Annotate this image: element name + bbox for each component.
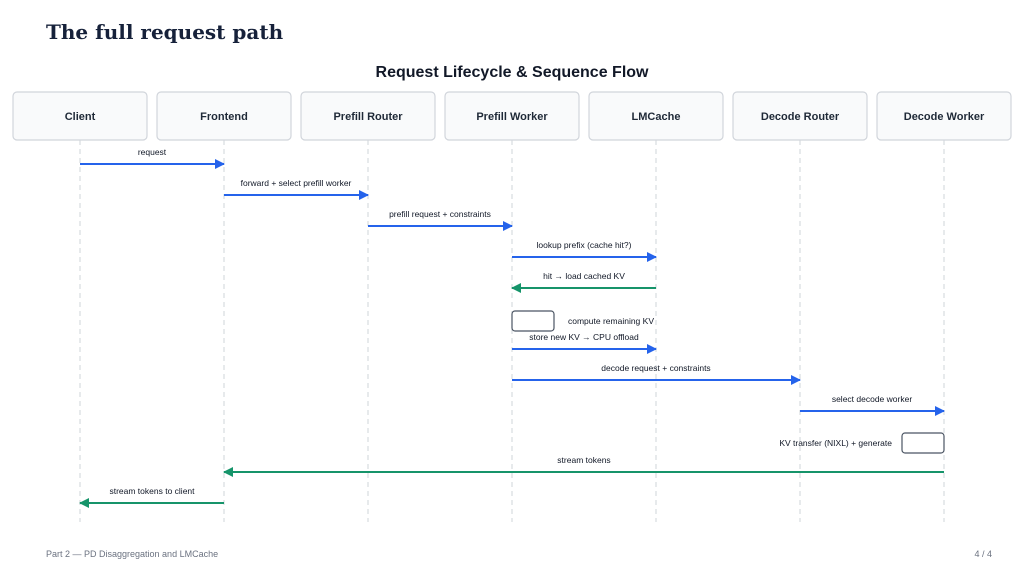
sequence-diagram: Client Frontend Prefill Router Prefill Work… <box>12 91 1012 522</box>
message-label-3: prefill request + constraints <box>389 209 491 219</box>
message-label-7: store new KV → CPU offload <box>529 332 639 342</box>
participant-label-decode-worker: Decode Worker <box>904 111 985 123</box>
message-label-8: decode request + constraints <box>601 363 710 373</box>
participant-label-prefill-router: Prefill Router <box>333 111 403 123</box>
self-action-label-10: KV transfer (NIXL) + generate <box>779 438 892 448</box>
message-label-9: select decode worker <box>832 394 912 404</box>
activation-box-prefill-worker <box>511 310 555 332</box>
message-label-2: forward + select prefill worker <box>241 178 352 188</box>
message-label-4: lookup prefix (cache hit?) <box>537 240 632 250</box>
participant-label-lmcache: LMCache <box>632 111 681 123</box>
participant-label-frontend: Frontend <box>200 111 248 123</box>
footer-left: Part 2 — PD Disaggregation and LMCache <box>46 549 219 559</box>
message-label-5: hit → load cached KV <box>543 271 625 281</box>
participant-label-prefill-worker: Prefill Worker <box>476 111 548 123</box>
participant-label-decode-router: Decode Router <box>761 111 840 123</box>
activation-box-decode-worker <box>901 432 945 454</box>
message-label-1: request <box>138 147 167 157</box>
participant-label-client: Client <box>65 111 96 123</box>
message-label-11: stream tokens <box>557 455 610 465</box>
self-action-label-6: compute remaining KV <box>568 316 654 326</box>
page-number: 4 / 4 <box>974 549 992 559</box>
message-label-12: stream tokens to client <box>109 486 195 496</box>
